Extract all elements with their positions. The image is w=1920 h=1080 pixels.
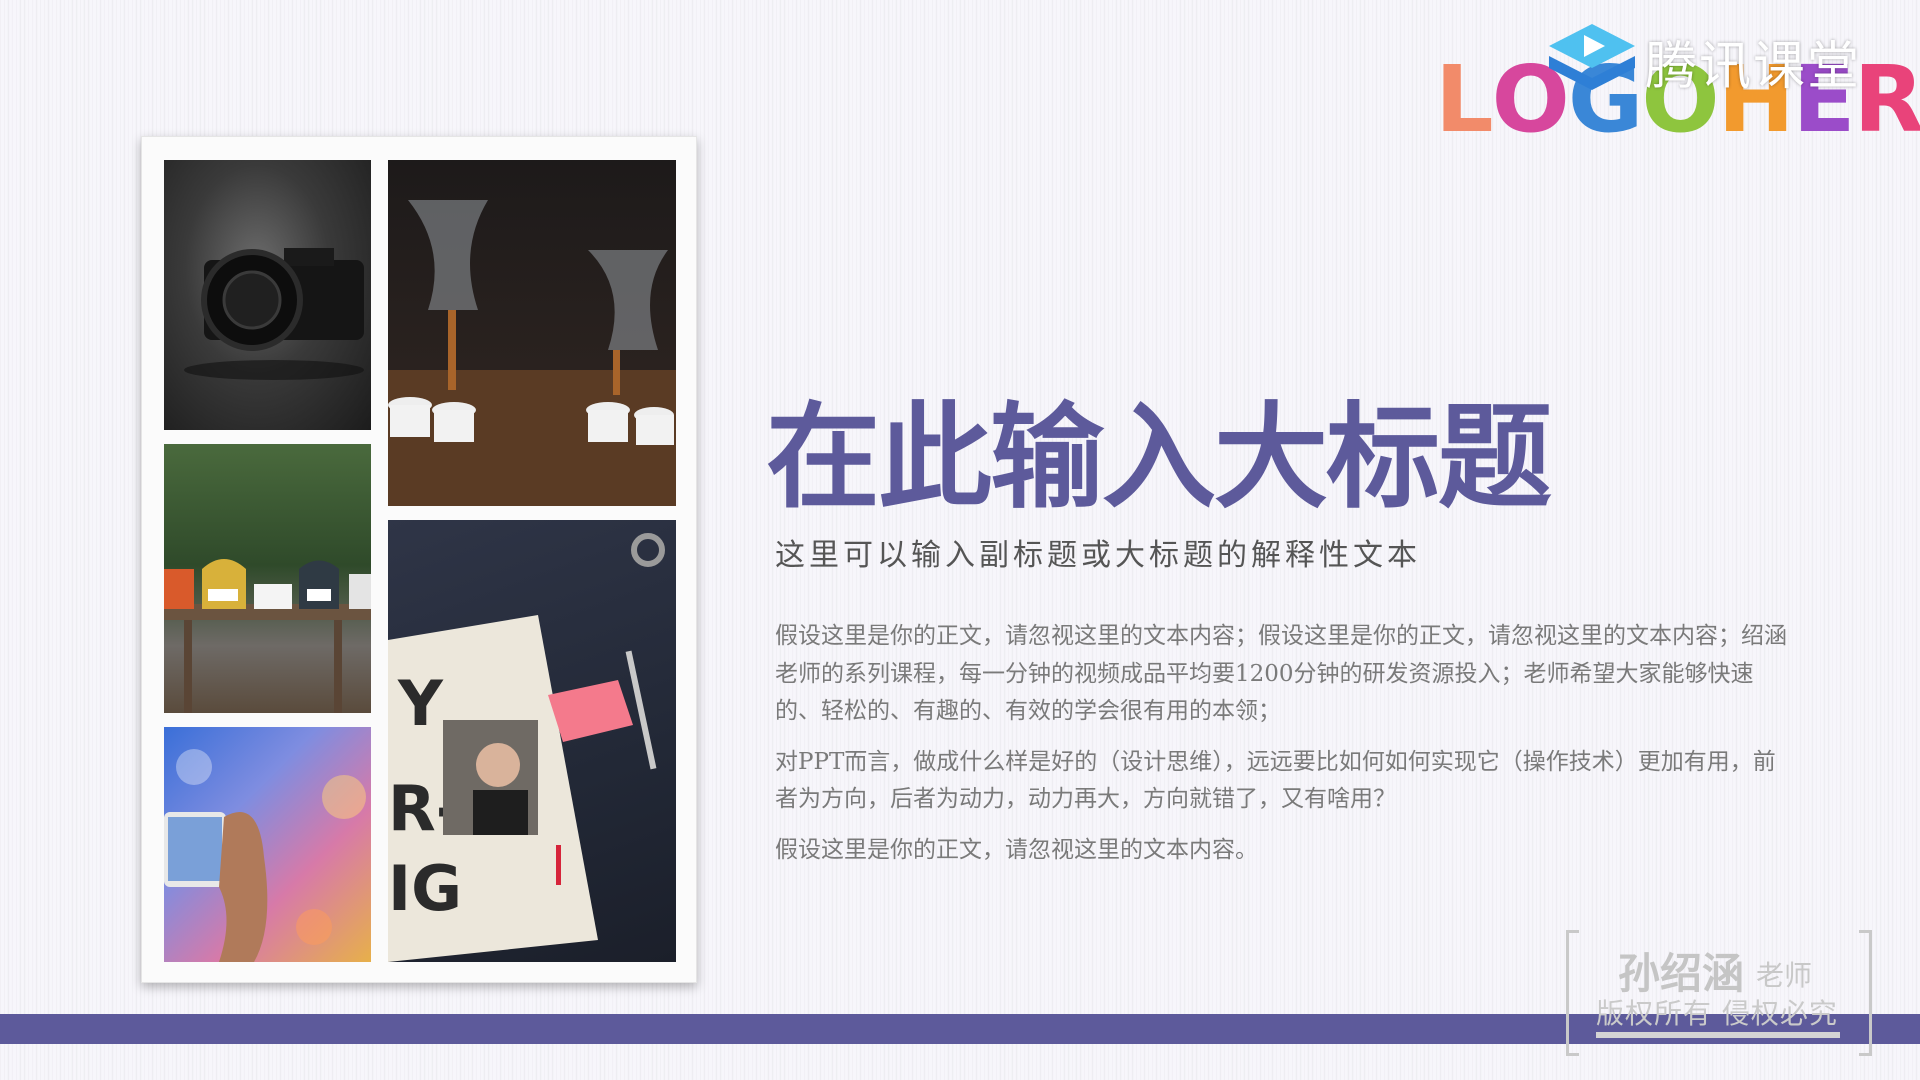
subtitle: 这里可以输入副标题或大标题的解释性文本	[775, 538, 1421, 573]
coffee-pour-photo	[388, 160, 676, 506]
watermark-copyright: 版权所有 侵权必究	[1596, 997, 1838, 1030]
page-title: 在此输入大标题	[766, 390, 1552, 524]
watermark-left-bracket	[1566, 930, 1579, 1056]
logo-letter: L	[1435, 46, 1494, 153]
logo-letter: R	[1853, 46, 1920, 153]
paragraph-3: 假设这里是你的正文，请忽视这里的文本内容。	[775, 836, 1258, 863]
watermark-role: 老师	[1756, 959, 1813, 992]
copyright-watermark: 孙绍涵 老师 版权所有 侵权必究	[1566, 930, 1872, 1056]
paragraph-1: 假设这里是你的正文，请忽视这里的文本内容；假设这里是你的正文，请忽视这里的文本内…	[775, 623, 1787, 724]
phone-photo	[164, 727, 371, 962]
watermark-underline	[1596, 1032, 1840, 1038]
camera-photo	[164, 160, 371, 430]
book-photo: Y R- IG	[388, 520, 676, 962]
paragraph-2: 对PPT而言，做成什么样是好的（设计思维），远远要比如何如何实现它（操作技术）更…	[775, 748, 1776, 813]
body-text: 假设这里是你的正文，请忽视这里的文本内容；假设这里是你的正文，请忽视这里的文本内…	[775, 618, 1795, 882]
brand-text: 腾讯课堂	[1645, 38, 1862, 96]
watermark-right-bracket	[1859, 930, 1872, 1056]
svg-text:Y: Y	[397, 667, 444, 740]
tencent-classroom-logo-icon	[1543, 22, 1641, 96]
svg-text:IG: IG	[388, 852, 462, 925]
mailbox-photo	[164, 444, 371, 713]
